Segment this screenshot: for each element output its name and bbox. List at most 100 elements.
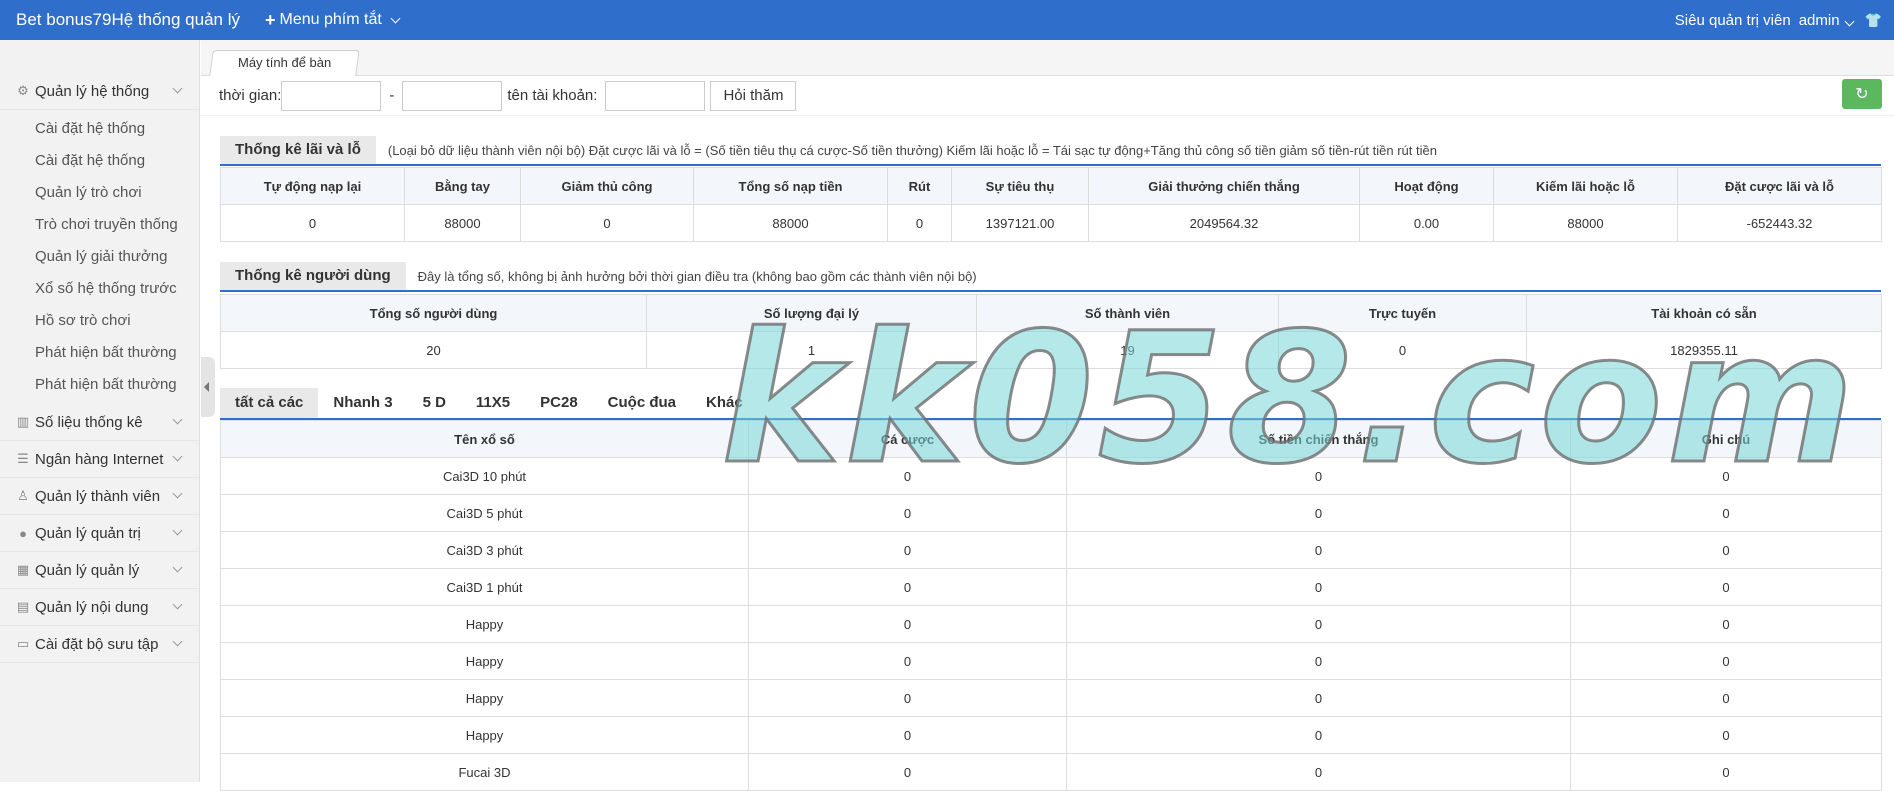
column-header: Tự động nạp lại — [220, 167, 405, 205]
column-header: Giải thưởng chiến thắng — [1088, 167, 1360, 205]
game-tab[interactable]: tất cả các — [220, 388, 319, 418]
table-cell: 0 — [1570, 753, 1882, 791]
sidebar-item[interactable]: Cài đặt hệ thống — [0, 113, 199, 145]
chevron-down-icon — [1844, 16, 1855, 26]
game-tab[interactable]: Khác — [691, 388, 758, 418]
app-title: Bet bonus79Hệ thống quản lý — [16, 10, 241, 29]
sidebar-section[interactable]: ▭ Cài đặt bộ sưu tập — [0, 626, 199, 663]
sidebar-section[interactable]: ♙ Quản lý thành viên — [0, 478, 199, 515]
table-cell: 0 — [1066, 457, 1571, 495]
game-tab[interactable]: 5 D — [408, 388, 461, 418]
sidebar-section-label: Quản lý quản trị — [35, 524, 141, 542]
column-header: Số lượng đại lý — [646, 294, 977, 332]
column-header: Số tiền chiến thắng — [1066, 420, 1571, 458]
table-row: Happy 0 0 0 — [220, 605, 1882, 643]
column-header: Tài khoản có sẵn — [1526, 294, 1882, 332]
sidebar-section-label: Cài đặt bộ sưu tập — [35, 635, 159, 653]
tab-desktop[interactable]: Máy tính để bàn — [209, 50, 361, 76]
column-header: Số thành viên — [976, 294, 1279, 332]
sidebar-item[interactable]: Trò chơi truyền thống — [0, 209, 199, 241]
table-row: Fucai 3D 0 0 0 — [220, 753, 1882, 791]
account-input[interactable] — [605, 80, 706, 111]
admin-icon: ● — [19, 525, 27, 541]
table-cell: 0 — [748, 531, 1067, 569]
chevron-down-icon — [172, 83, 183, 94]
theme-icon[interactable]: 👕 — [1865, 12, 1882, 29]
column-header: Giảm thủ công — [520, 167, 694, 205]
sidebar-item[interactable]: Phát hiện bất thường — [0, 337, 199, 369]
table-cell: Cai3D 10 phút — [220, 457, 749, 495]
table-cell: Cai3D 5 phút — [220, 494, 749, 532]
user-menu[interactable]: admin — [1799, 12, 1857, 29]
table-cell: 0 — [220, 204, 405, 242]
table-cell: 0 — [1066, 568, 1571, 606]
users-note: Đây là tổng số, không bị ảnh hưởng bởi t… — [417, 268, 977, 284]
chevron-down-icon — [172, 562, 183, 573]
table-cell: 0 — [1570, 605, 1882, 643]
table-cell: 0 — [748, 457, 1067, 495]
shortcut-menu-label: Menu phím tắt — [279, 11, 382, 28]
card-icon: ▭ — [16, 636, 30, 651]
table-row: Happy 0 0 0 — [220, 642, 1882, 680]
table-cell: 0 — [1570, 716, 1882, 754]
table-row: Cai3D 10 phút 0 0 0 — [220, 457, 1882, 495]
table-cell: 0 — [1066, 716, 1571, 754]
lottery-table: Tên xổ số Cá cược Số tiền chiến thắng Ghi c… — [220, 420, 1882, 791]
game-tab[interactable]: Nhanh 3 — [318, 388, 407, 418]
sidebar-section-label: Quản lý hệ thống — [35, 82, 150, 100]
column-header: Đặt cược lãi và lỗ — [1677, 167, 1882, 205]
table-cell: 2049564.32 — [1088, 204, 1360, 242]
table-cell: Fucai 3D — [220, 753, 749, 791]
sidebar-item[interactable]: Quản lý giải thưởng — [0, 241, 199, 273]
sidebar-section[interactable]: ☰ Ngân hàng Internet — [0, 441, 199, 478]
sidebar-section-label: Ngân hàng Internet — [35, 450, 164, 468]
table-cell: 0 — [1066, 531, 1571, 569]
end-date-input[interactable] — [402, 80, 503, 111]
table-cell: 88000 — [693, 204, 888, 242]
table-cell: 20 — [220, 331, 647, 369]
table-row: Happy 0 0 0 — [220, 716, 1882, 754]
column-header: Hoạt động — [1359, 167, 1494, 205]
table-row: Cai3D 5 phút 0 0 0 — [220, 494, 1882, 532]
sidebar-section[interactable]: ⚙ Quản lý hệ thống — [0, 73, 199, 110]
refresh-button[interactable]: ↻ — [1842, 79, 1882, 109]
table-cell: 1397121.00 — [951, 204, 1089, 242]
table-cell: 0.00 — [1359, 204, 1494, 242]
table-cell: 88000 — [1493, 204, 1678, 242]
table-cell: -652443.32 — [1677, 204, 1882, 242]
sidebar-item[interactable]: Hồ sơ trò chơi — [0, 305, 199, 337]
sidebar-item[interactable]: Phát hiện bất thường — [0, 369, 199, 401]
column-header: Trực tuyến — [1278, 294, 1527, 332]
game-tab[interactable]: 11X5 — [461, 388, 525, 418]
user-icon: ♙ — [17, 488, 29, 503]
top-bar: Bet bonus79Hệ thống quản lý + Menu phím … — [0, 0, 1894, 40]
game-tab[interactable]: PC28 — [525, 388, 593, 418]
table-cell: Happy — [220, 679, 749, 717]
game-type-tabs: tất cả các Nhanh 35 D 11X5 PC28 Cuộc đua Khác — [220, 388, 1881, 420]
sidebar-section-label: Quản lý nội dung — [35, 598, 149, 616]
column-header: Tổng số nạp tiền — [693, 167, 888, 205]
sidebar-section-label: Quản lý quản lý — [35, 561, 140, 579]
sidebar-item[interactable]: Cài đặt hệ thống — [0, 145, 199, 177]
column-header: Bằng tay — [404, 167, 521, 205]
chart-icon: ▥ — [16, 414, 30, 429]
table-row: Happy 0 0 0 — [220, 679, 1882, 717]
column-header: Tên xổ số — [220, 420, 749, 458]
sidebar-item[interactable]: Xổ số hệ thống trước — [0, 273, 199, 305]
table-cell: 1829355.11 — [1526, 331, 1882, 369]
sidebar-section[interactable]: ▥ Số liệu thống kê — [0, 404, 199, 441]
table-cell: 1 — [646, 331, 977, 369]
username: admin — [1798, 11, 1840, 29]
sidebar-item[interactable]: Quản lý trò chơi — [0, 177, 199, 209]
column-header: Ghi chú — [1570, 420, 1882, 458]
query-button[interactable]: Hỏi thăm — [710, 80, 797, 111]
table-cell: 0 — [1570, 494, 1882, 532]
table-cell: 0 — [1066, 679, 1571, 717]
shortcut-menu-button[interactable]: + Menu phím tắt — [265, 10, 403, 31]
start-date-input[interactable] — [281, 80, 382, 111]
sidebar-section[interactable]: ▤ Quản lý nội dung — [0, 589, 199, 626]
game-tab[interactable]: Cuộc đua — [593, 388, 691, 418]
sidebar-section[interactable]: ● Quản lý quản trị — [0, 515, 199, 552]
sidebar-section[interactable]: ▦ Quản lý quản lý — [0, 552, 199, 589]
main-content: Máy tính để bàn thời gian: - tên tài kho… — [201, 40, 1894, 791]
